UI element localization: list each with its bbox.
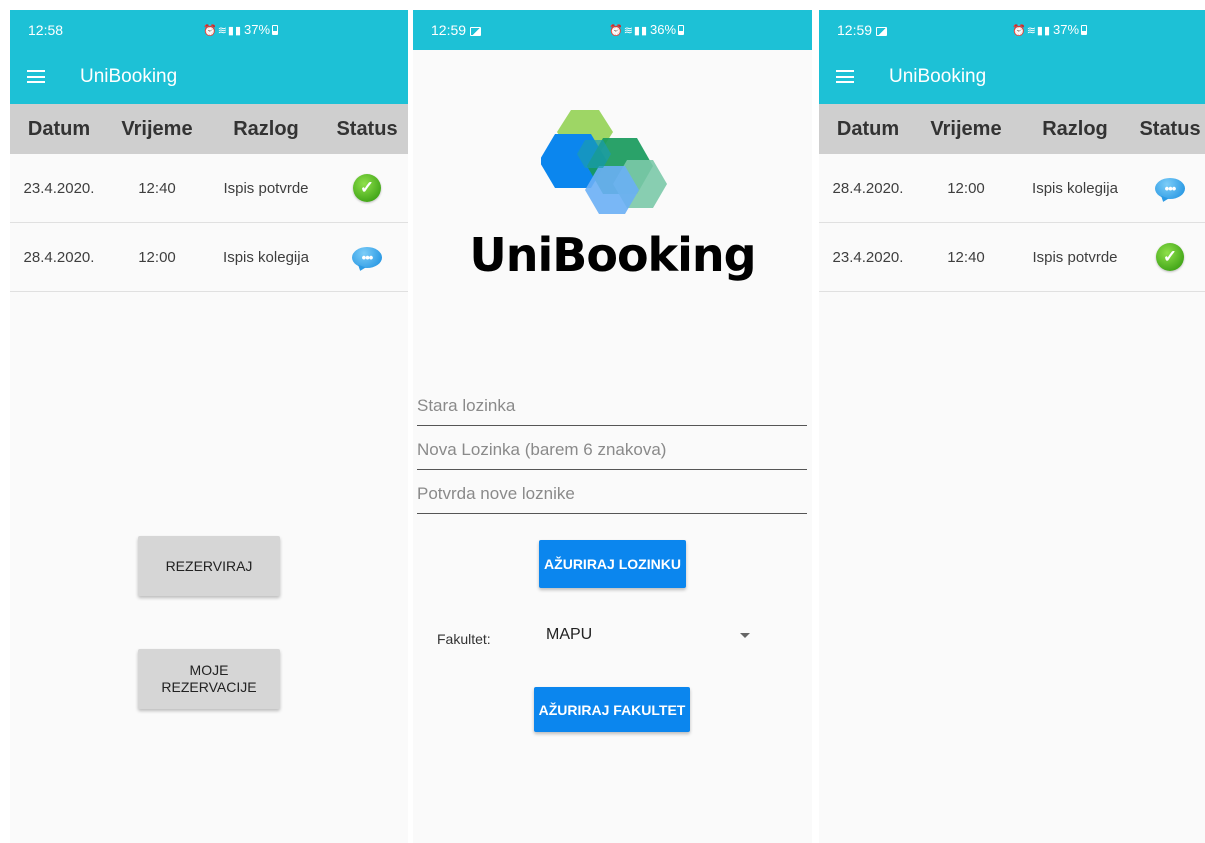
column-header-time: Vrijeme (930, 117, 1002, 140)
status-bar: 12:58 ⏰≋▮▮ 37% (10, 10, 408, 50)
system-indicators: ⏰≋▮▮ 37% (1012, 22, 1088, 37)
column-header-date: Datum (27, 117, 91, 140)
row-time: 12:40 (947, 248, 985, 266)
old-password-field[interactable]: Stara lozinka (417, 396, 807, 426)
column-header-status: Status (336, 117, 398, 140)
table-row[interactable]: 23.4.2020. 12:40 Ispis potvrde ✓ (10, 154, 408, 223)
status-bar: 12:59 ⏰≋▮▮ 36% (413, 10, 812, 50)
table-row[interactable]: 28.4.2020. 12:00 Ispis kolegija ••• (819, 154, 1205, 223)
row-reason: Ispis potvrde (223, 179, 309, 197)
app-title: UniBooking (889, 66, 987, 87)
status-bar: 12:59 ⏰≋▮▮ 37% (819, 10, 1205, 50)
hamburger-menu-icon[interactable] (836, 70, 854, 83)
status-time: 12:59 (431, 22, 482, 38)
column-header-reason: Razlog (1042, 117, 1108, 140)
battery-level: 36% (650, 22, 677, 37)
screen-reservations-list-sorted: 12:59 ⏰≋▮▮ 37% UniBooking Datum Vrijeme R… (819, 10, 1205, 843)
row-date: 23.4.2020. (23, 179, 95, 197)
alarm-wifi-signal-icon: ⏰≋▮▮ (203, 25, 243, 37)
table-header: Datum Vrijeme Razlog Status (10, 104, 408, 154)
column-header-reason: Razlog (233, 117, 299, 140)
table-row[interactable]: 28.4.2020. 12:00 Ispis kolegija ••• (10, 223, 408, 292)
my-reservations-button[interactable]: MOJE REZERVACIJE (138, 649, 280, 709)
gallery-notification-icon (470, 27, 482, 36)
screen-account-settings: 12:59 ⏰≋▮▮ 36% UniBooking Stara lozinka N… (413, 10, 812, 843)
reserve-button[interactable]: REZERVIRAJ (138, 536, 280, 596)
table-header: Datum Vrijeme Razlog Status (819, 104, 1205, 154)
table-row[interactable]: 23.4.2020. 12:40 Ispis potvrde ✓ (819, 223, 1205, 292)
gallery-notification-icon (876, 27, 888, 36)
row-date: 23.4.2020. (832, 248, 904, 266)
row-date: 28.4.2020. (832, 179, 904, 197)
system-indicators: ⏰≋▮▮ 36% (609, 22, 685, 37)
column-header-date: Datum (836, 117, 900, 140)
confirm-password-field[interactable]: Potvrda nove loznike (417, 484, 807, 514)
faculty-select[interactable]: MAPU (544, 624, 754, 648)
hamburger-menu-icon[interactable] (27, 70, 45, 83)
brand-wordmark: UniBooking (469, 228, 756, 282)
row-time: 12:40 (138, 179, 176, 197)
status-time: 12:59 (837, 22, 888, 38)
row-time: 12:00 (138, 248, 176, 266)
faculty-selected-value: MAPU (546, 626, 593, 643)
battery-icon (1081, 25, 1088, 35)
dropdown-arrow-icon (740, 633, 750, 638)
check-circle-icon: ✓ (353, 174, 381, 202)
row-date: 28.4.2020. (23, 248, 95, 266)
row-time: 12:00 (947, 179, 985, 197)
status-time: 12:58 (28, 22, 64, 38)
battery-icon (678, 25, 685, 35)
new-password-field[interactable]: Nova Lozinka (barem 6 znakova) (417, 440, 807, 470)
chat-bubble-icon: ••• (1155, 177, 1185, 199)
row-reason: Ispis potvrde (1032, 248, 1118, 266)
column-header-status: Status (1139, 117, 1201, 140)
alarm-wifi-signal-icon: ⏰≋▮▮ (609, 25, 649, 37)
update-faculty-button[interactable]: AŽURIRAJ FAKULTET (534, 687, 690, 732)
column-header-time: Vrijeme (121, 117, 193, 140)
row-reason: Ispis kolegija (1032, 179, 1118, 197)
system-indicators: ⏰≋▮▮ 37% (203, 22, 279, 37)
row-reason: Ispis kolegija (223, 248, 309, 266)
check-circle-icon: ✓ (1156, 243, 1184, 271)
app-bar: UniBooking (819, 50, 1205, 104)
battery-level: 37% (244, 22, 271, 37)
chat-bubble-icon: ••• (352, 246, 382, 268)
unibooking-logo (541, 110, 667, 214)
screen-reservations-list: 12:58 ⏰≋▮▮ 37% UniBooking Datum Vrijeme R… (10, 10, 408, 843)
app-title: UniBooking (80, 66, 178, 87)
alarm-wifi-signal-icon: ⏰≋▮▮ (1012, 25, 1052, 37)
app-bar: UniBooking (10, 50, 408, 104)
update-password-button[interactable]: AŽURIRAJ LOZINKU (539, 540, 686, 588)
battery-icon (272, 25, 279, 35)
battery-level: 37% (1053, 22, 1080, 37)
faculty-label: Fakultet: (437, 631, 491, 647)
